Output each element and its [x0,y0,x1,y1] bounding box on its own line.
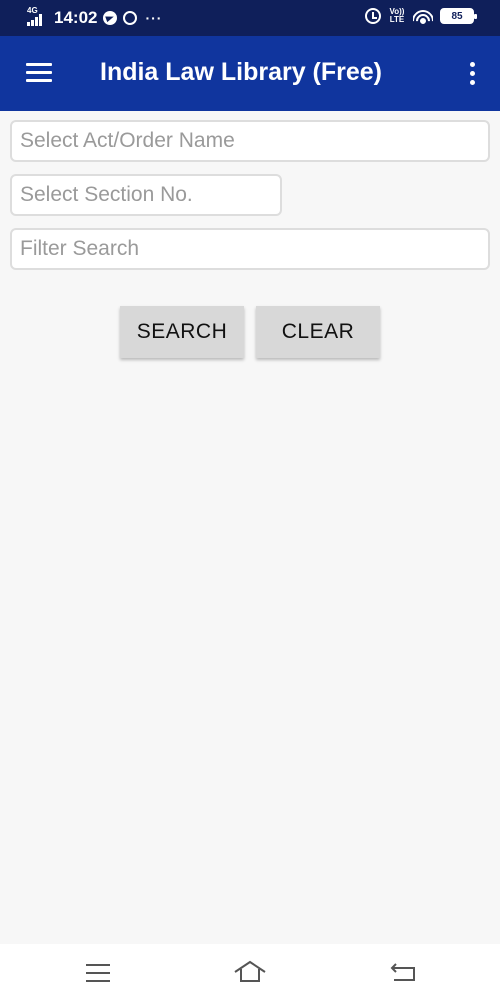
filter-search-input[interactable] [10,228,490,270]
status-left: 4G 14:02 ··· [26,6,163,28]
nav-menu-icon[interactable] [86,964,110,982]
nav-home-icon[interactable] [234,960,266,982]
nav-back-icon[interactable] [390,962,416,982]
status-bar: 4G 14:02 ··· Vo)) LTE 85 [0,0,500,36]
search-button[interactable]: SEARCH [120,306,244,358]
battery-icon: 85 [440,8,477,24]
system-nav-bar [0,944,500,1000]
clear-button[interactable]: CLEAR [256,306,380,358]
app-bar: India Law Library (Free) [0,36,500,111]
signal-icon: 4G [26,6,46,28]
network-label: 4G [27,6,38,15]
act-order-name-field[interactable] [10,120,490,162]
more-notifications-icon: ··· [145,10,163,26]
status-right: Vo)) LTE 85 [365,7,477,24]
alarm-icon [365,8,381,24]
volte-label: Vo)) LTE [389,7,405,24]
wifi-icon [413,8,433,24]
telegram-icon [103,11,118,25]
hamburger-menu-icon[interactable] [26,63,52,83]
overflow-menu-icon[interactable] [470,62,476,86]
app-title: India Law Library (Free) [100,58,383,86]
whatsapp-icon [123,11,138,25]
section-number-field[interactable] [10,174,282,216]
status-time: 14:02 [54,8,98,27]
